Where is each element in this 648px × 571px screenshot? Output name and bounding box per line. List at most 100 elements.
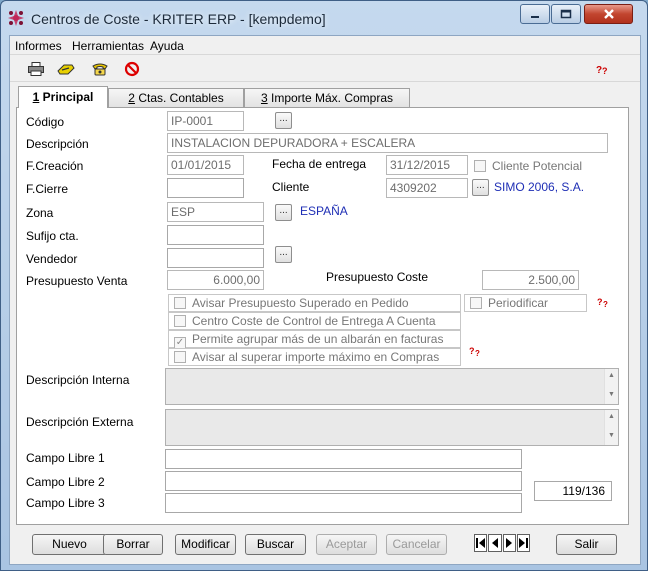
avisar-importe-max-checkbox[interactable]: Avisar al superar importe máximo en Comp… bbox=[168, 348, 461, 366]
periodificar-check-box[interactable] bbox=[470, 297, 482, 309]
zona-lookup-button[interactable]: ... bbox=[275, 204, 292, 221]
campo3-field[interactable] bbox=[165, 493, 522, 513]
next-record-icon bbox=[505, 538, 512, 548]
key-button[interactable] bbox=[56, 59, 76, 79]
vendedor-lookup-button[interactable]: ... bbox=[275, 246, 292, 263]
tab-importe-max[interactable]: 3 Importe Máx. Compras bbox=[244, 88, 410, 107]
cliente-label: Cliente bbox=[272, 180, 310, 194]
cancel-toolbar-button[interactable] bbox=[122, 59, 142, 79]
tab-importe-num: 3 bbox=[260, 91, 268, 105]
help-importe-max-icon[interactable]: ? ? bbox=[469, 345, 483, 357]
aceptar-button[interactable]: Aceptar bbox=[316, 534, 377, 555]
sufijo-field[interactable] bbox=[167, 225, 264, 245]
cliente-potencial-check-box[interactable] bbox=[474, 160, 486, 172]
svg-text:?: ? bbox=[475, 349, 480, 357]
last-record-button[interactable] bbox=[516, 534, 530, 552]
svg-text:?: ? bbox=[602, 66, 608, 75]
minimize-button[interactable] bbox=[520, 4, 550, 24]
avisar-presupuesto-check-box[interactable] bbox=[174, 297, 186, 309]
ppto-venta-field[interactable]: 6.000,00 bbox=[167, 270, 264, 290]
avisar-importe-max-check-box[interactable] bbox=[174, 351, 186, 363]
descripcion-label: Descripción bbox=[26, 137, 89, 151]
maximize-button[interactable] bbox=[551, 4, 581, 24]
desc-interna-memo[interactable]: ▲ ▼ bbox=[165, 368, 619, 405]
codigo-label: Código bbox=[26, 115, 65, 129]
zona-nombre-link[interactable]: ESPAÑA bbox=[300, 204, 348, 218]
tab-principal[interactable]: 1 Principal bbox=[18, 86, 108, 108]
menu-herramientas[interactable]: Herramientas bbox=[72, 39, 144, 53]
zona-field[interactable]: ESP bbox=[167, 202, 264, 222]
svg-text:?: ? bbox=[597, 297, 603, 307]
help-toolbar-button[interactable]: ? ? bbox=[593, 59, 613, 79]
svg-text:?: ? bbox=[469, 346, 475, 356]
ppto-coste-label: Presupuesto Coste bbox=[326, 270, 429, 284]
periodificar-checkbox[interactable]: Periodificar bbox=[464, 294, 587, 312]
tab-ctas-label: Ctas. Contables bbox=[134, 91, 224, 105]
descripcion-field[interactable]: INSTALACION DEPURADORA + ESCALERA bbox=[167, 133, 608, 153]
cancel-icon bbox=[124, 61, 140, 77]
desc-externa-label: Descripción Externa bbox=[26, 415, 134, 429]
ppto-venta-label: Presupuesto Venta bbox=[26, 274, 128, 288]
desc-externa-memo[interactable]: ▲ ▼ bbox=[165, 409, 619, 446]
fcreacion-field[interactable]: 01/01/2015 bbox=[167, 155, 244, 175]
client-area: Informes Herramientas Ayuda ? ? 1 Princi… bbox=[9, 35, 641, 565]
buscar-button[interactable]: Buscar bbox=[245, 534, 306, 555]
salir-button[interactable]: Salir bbox=[556, 534, 617, 555]
menu-ayuda[interactable]: Ayuda bbox=[150, 39, 184, 53]
permite-agrupar-checkbox[interactable]: ✓ Permite agrupar más de un albarán en fa… bbox=[168, 330, 461, 349]
desc-externa-scrollbar[interactable]: ▲ ▼ bbox=[604, 410, 618, 445]
phone-button[interactable] bbox=[90, 59, 110, 79]
vendedor-label: Vendedor bbox=[26, 252, 78, 266]
first-record-button[interactable] bbox=[474, 534, 488, 552]
cliente-field[interactable]: 4309202 bbox=[386, 178, 468, 198]
menu-informes[interactable]: Informes bbox=[15, 39, 62, 53]
maximize-icon bbox=[560, 9, 572, 19]
help-periodificar-icon[interactable]: ? ? bbox=[597, 296, 611, 308]
prev-record-icon bbox=[492, 538, 499, 548]
fcierre-label: F.Cierre bbox=[26, 182, 69, 196]
prev-record-button[interactable] bbox=[488, 534, 502, 552]
ppto-coste-field[interactable]: 2.500,00 bbox=[482, 270, 579, 290]
borrar-label: Borrar bbox=[116, 537, 150, 551]
campo1-field[interactable] bbox=[165, 449, 522, 469]
codigo-field[interactable]: IP-0001 bbox=[167, 111, 244, 131]
cancelar-label: Cancelar bbox=[392, 537, 441, 551]
cliente-nombre-link[interactable]: SIMO 2006, S.A. bbox=[494, 180, 584, 194]
nuevo-button[interactable]: Nuevo bbox=[32, 534, 107, 555]
first-record-icon bbox=[476, 538, 486, 548]
cliente-potencial-checkbox[interactable]: Cliente Potencial bbox=[474, 159, 582, 173]
modificar-label: Modificar bbox=[181, 537, 230, 551]
aceptar-label: Aceptar bbox=[325, 537, 368, 551]
campo2-field[interactable] bbox=[165, 471, 522, 491]
last-record-icon bbox=[518, 538, 528, 548]
avisar-presupuesto-label: Avisar Presupuesto Superado en Pedido bbox=[192, 296, 409, 310]
vendedor-field[interactable] bbox=[167, 248, 264, 268]
printer-icon bbox=[28, 62, 44, 76]
campo3-label: Campo Libre 3 bbox=[26, 496, 105, 510]
desc-interna-scrollbar[interactable]: ▲ ▼ bbox=[604, 369, 618, 404]
borrar-button[interactable]: Borrar bbox=[103, 534, 163, 555]
close-window-button[interactable] bbox=[584, 4, 633, 24]
minimize-icon bbox=[531, 16, 539, 18]
record-navigator bbox=[474, 534, 531, 552]
app-window: Centros de Coste - KRITER ERP - [kempdem… bbox=[0, 0, 648, 571]
nuevo-label: Nuevo bbox=[52, 537, 87, 551]
centro-coste-control-check-box[interactable] bbox=[174, 315, 186, 327]
buscar-label: Buscar bbox=[256, 537, 295, 551]
fcierre-field[interactable] bbox=[167, 178, 244, 198]
modificar-button[interactable]: Modificar bbox=[175, 534, 236, 555]
print-button[interactable] bbox=[26, 59, 46, 79]
centro-coste-control-checkbox[interactable]: Centro Coste de Control de Entrega A Cue… bbox=[168, 312, 461, 330]
key-icon bbox=[57, 64, 75, 75]
codigo-lookup-button[interactable]: ... bbox=[275, 112, 292, 129]
next-record-button[interactable] bbox=[502, 534, 516, 552]
cancelar-button[interactable]: Cancelar bbox=[386, 534, 447, 555]
fentrega-field[interactable]: 31/12/2015 bbox=[386, 155, 468, 175]
record-counter: 119/136 bbox=[534, 481, 612, 501]
tab-principal-label: Principal bbox=[39, 90, 94, 104]
cliente-lookup-button[interactable]: ... bbox=[472, 179, 489, 196]
tab-ctas-contables[interactable]: 2 Ctas. Contables bbox=[108, 88, 244, 107]
periodificar-label: Periodificar bbox=[488, 296, 549, 310]
avisar-presupuesto-checkbox[interactable]: Avisar Presupuesto Superado en Pedido bbox=[168, 294, 461, 312]
sufijo-label: Sufijo cta. bbox=[26, 229, 79, 243]
